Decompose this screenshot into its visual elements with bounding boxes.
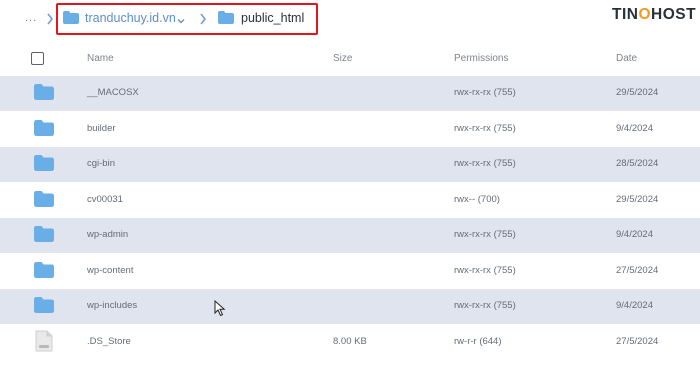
table-row[interactable]: wp-includes rwx-rx-rx (755) 9/4/2024 xyxy=(0,289,700,324)
folder-icon xyxy=(34,297,54,313)
row-date: 27/5/2024 xyxy=(616,264,659,276)
row-size: 8.00 KB xyxy=(333,335,367,347)
brand-logo: TINOHOST xyxy=(612,6,697,23)
folder-icon xyxy=(34,155,54,171)
row-date: 29/5/2024 xyxy=(616,193,659,205)
breadcrumb-bar: ... tranduchuy.id.vn public_html TINOHOS… xyxy=(0,0,700,40)
table-row[interactable]: builder rwx-rx-rx (755) 9/4/2024 xyxy=(0,112,700,147)
row-date: 9/4/2024 xyxy=(616,229,653,240)
row-permissions: rwx-rx-rx (755) xyxy=(454,122,516,134)
row-permissions: rwx-rx-rx (755) xyxy=(454,158,516,169)
row-permissions: rwx-rx-rx (755) xyxy=(454,229,516,240)
folder-icon xyxy=(34,261,54,278)
breadcrumb-root[interactable]: ... xyxy=(25,12,37,24)
row-permissions: rwx-rx-rx (755) xyxy=(454,264,516,276)
table-row[interactable]: wp-content rwx-rx-rx (755) 27/5/2024 xyxy=(0,254,700,289)
row-date: 9/4/2024 xyxy=(616,300,653,311)
row-name[interactable]: __MACOSX xyxy=(87,87,139,98)
row-permissions: rwx-rx-rx (755) xyxy=(454,300,516,311)
row-name[interactable]: wp-admin xyxy=(87,229,128,240)
row-name[interactable]: builder xyxy=(87,123,116,134)
chevron-right-icon xyxy=(46,12,54,26)
row-name[interactable]: cgi-bin xyxy=(87,158,115,169)
row-date: 9/4/2024 xyxy=(616,122,653,134)
row-name[interactable]: wp-includes xyxy=(87,300,137,311)
row-name[interactable]: cv00031 xyxy=(87,194,123,205)
table-row[interactable]: cv00031 rwx-- (700) 29/5/2024 xyxy=(0,183,700,218)
folder-icon xyxy=(34,226,54,242)
column-header-permissions[interactable]: Permissions xyxy=(454,53,508,64)
table-row[interactable]: .DS_Store 8.00 KB rw-r-r (644) 27/5/2024 xyxy=(0,325,700,360)
folder-icon xyxy=(34,190,54,207)
folder-icon xyxy=(34,119,54,136)
column-header-date[interactable]: Date xyxy=(616,53,637,64)
row-permissions: rwx-rx-rx (755) xyxy=(454,87,516,98)
row-name[interactable]: wp-content xyxy=(87,265,133,276)
column-header-size[interactable]: Size xyxy=(333,53,352,64)
select-all-checkbox[interactable] xyxy=(31,52,44,65)
row-permissions: rwx-- (700) xyxy=(454,193,500,205)
table-row[interactable]: cgi-bin rwx-rx-rx (755) 28/5/2024 xyxy=(0,147,700,182)
column-header-name[interactable]: Name xyxy=(87,53,114,64)
mouse-pointer-icon xyxy=(214,300,226,317)
row-date: 29/5/2024 xyxy=(616,87,659,98)
file-icon xyxy=(35,330,53,352)
table-row[interactable]: wp-admin rwx-rx-rx (755) 9/4/2024 xyxy=(0,218,700,253)
table-row[interactable]: __MACOSX rwx-rx-rx (755) 29/5/2024 xyxy=(0,76,700,111)
row-date: 27/5/2024 xyxy=(616,335,659,347)
folder-icon xyxy=(34,84,54,100)
highlight-box xyxy=(56,3,318,35)
row-date: 28/5/2024 xyxy=(616,158,659,169)
row-name[interactable]: .DS_Store xyxy=(87,336,131,347)
row-permissions: rw-r-r (644) xyxy=(454,335,502,347)
